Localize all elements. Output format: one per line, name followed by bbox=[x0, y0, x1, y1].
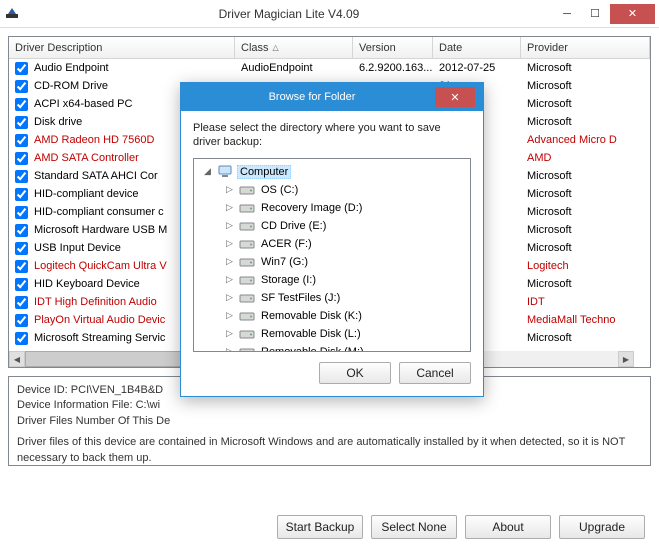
tree-item-label: Recovery Image (D:) bbox=[259, 202, 364, 214]
tree-collapse-icon[interactable]: ◢ bbox=[202, 166, 213, 177]
tree-expand-icon[interactable]: ▷ bbox=[224, 202, 235, 213]
drive-icon bbox=[239, 255, 255, 269]
tree-item[interactable]: ▷ Recovery Image (D:) bbox=[196, 199, 468, 217]
tree-item[interactable]: ▷ OS (C:) bbox=[196, 181, 468, 199]
tree-item-label: Storage (I:) bbox=[259, 274, 318, 286]
tree-item[interactable]: ▷ Removable Disk (M:) bbox=[196, 343, 468, 352]
tree-item[interactable]: ▷ Removable Disk (K:) bbox=[196, 307, 468, 325]
browse-folder-dialog: Browse for Folder ✕ Please select the di… bbox=[180, 82, 484, 397]
ok-button[interactable]: OK bbox=[319, 362, 391, 384]
tree-item-label: SF TestFiles (J:) bbox=[259, 292, 342, 304]
tree-root-label: Computer bbox=[237, 165, 291, 179]
tree-expand-icon[interactable]: ▷ bbox=[224, 346, 235, 352]
dialog-message: Please select the directory where you wa… bbox=[193, 121, 471, 150]
tree-expand-icon[interactable]: ▷ bbox=[224, 256, 235, 267]
computer-icon bbox=[217, 165, 233, 179]
tree-root[interactable]: ◢ Computer bbox=[196, 163, 468, 181]
drive-icon bbox=[239, 291, 255, 305]
tree-expand-icon[interactable]: ▷ bbox=[224, 310, 235, 321]
tree-item[interactable]: ▷ Win7 (G:) bbox=[196, 253, 468, 271]
dialog-title: Browse for Folder bbox=[189, 91, 435, 103]
drive-icon bbox=[239, 327, 255, 341]
tree-item[interactable]: ▷ Removable Disk (L:) bbox=[196, 325, 468, 343]
tree-item-label: CD Drive (E:) bbox=[259, 220, 328, 232]
tree-expand-icon[interactable]: ▷ bbox=[224, 220, 235, 231]
tree-item-label: Removable Disk (K:) bbox=[259, 310, 364, 322]
tree-expand-icon[interactable]: ▷ bbox=[224, 328, 235, 339]
drive-icon bbox=[239, 219, 255, 233]
tree-expand-icon[interactable]: ▷ bbox=[224, 274, 235, 285]
dialog-buttons: OK Cancel bbox=[193, 362, 471, 384]
dialog-titlebar[interactable]: Browse for Folder ✕ bbox=[181, 83, 483, 111]
drive-icon bbox=[239, 273, 255, 287]
tree-expand-icon[interactable]: ▷ bbox=[224, 292, 235, 303]
tree-item[interactable]: ▷ Storage (I:) bbox=[196, 271, 468, 289]
tree-item[interactable]: ▷ ACER (F:) bbox=[196, 235, 468, 253]
dialog-overlay: Browse for Folder ✕ Please select the di… bbox=[0, 0, 659, 549]
drive-icon bbox=[239, 183, 255, 197]
tree-item-label: OS (C:) bbox=[259, 184, 300, 196]
tree-item-label: Removable Disk (M:) bbox=[259, 346, 366, 352]
tree-expand-icon[interactable]: ▷ bbox=[224, 238, 235, 249]
drive-icon bbox=[239, 309, 255, 323]
tree-expand-icon[interactable]: ▷ bbox=[224, 184, 235, 195]
tree-item-label: Win7 (G:) bbox=[259, 256, 310, 268]
dialog-close-button[interactable]: ✕ bbox=[435, 87, 475, 107]
dialog-body: Please select the directory where you wa… bbox=[181, 111, 483, 396]
tree-item-label: ACER (F:) bbox=[259, 238, 314, 250]
drive-icon bbox=[239, 201, 255, 215]
tree-item-label: Removable Disk (L:) bbox=[259, 328, 363, 340]
drive-icon bbox=[239, 237, 255, 251]
folder-tree[interactable]: ◢Computer▷OS (C:)▷Recovery Image (D:)▷CD… bbox=[193, 158, 471, 352]
drive-icon bbox=[239, 345, 255, 352]
tree-item[interactable]: ▷ CD Drive (E:) bbox=[196, 217, 468, 235]
cancel-button[interactable]: Cancel bbox=[399, 362, 471, 384]
tree-item[interactable]: ▷ SF TestFiles (J:) bbox=[196, 289, 468, 307]
